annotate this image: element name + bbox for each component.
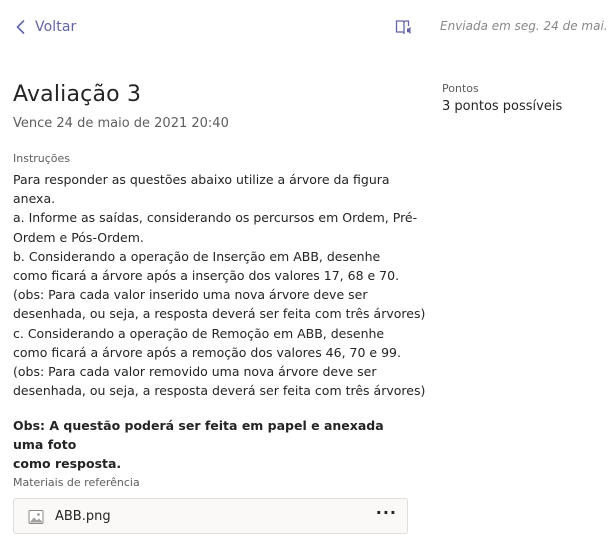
instruction-line: c. Considerando a operação de Remoção em… <box>13 325 385 341</box>
points-value: 3 pontos possíveis <box>442 99 563 114</box>
attachment-filename: ABB.png <box>55 509 111 524</box>
reference-materials-label: Materiais de referência <box>13 476 140 489</box>
instruction-line: (obs: Para cada valor inserido uma nova … <box>13 287 368 303</box>
immersive-reader-button[interactable] <box>395 18 413 36</box>
note-line: como resposta. <box>13 456 122 472</box>
instruction-line: anexa. <box>13 191 56 207</box>
instructions-note: Obs: A questão poderá ser feita em papel… <box>13 416 413 474</box>
instruction-line: desenhada, ou seja, a resposta deverá se… <box>13 306 426 322</box>
instructions-label: Instruções <box>13 152 71 165</box>
back-label: Voltar <box>35 19 77 35</box>
immersive-reader-icon <box>395 20 411 35</box>
instruction-line: a. Informe as saídas, considerando os pe… <box>13 210 418 226</box>
due-date: Vence 24 de maio de 2021 20:40 <box>13 116 229 131</box>
instruction-line: como ficará a árvore após a remoção dos … <box>13 344 401 360</box>
instruction-line: Para responder as questões abaixo utiliz… <box>13 172 390 187</box>
back-button[interactable]: Voltar <box>16 19 76 35</box>
note-line: Obs: A questão poderá ser feita em papel… <box>13 418 384 453</box>
image-file-icon <box>28 510 44 524</box>
instruction-line: Ordem e Pós-Ordem. <box>13 229 144 245</box>
instruction-line: como ficará a árvore após a inserção dos… <box>13 268 400 284</box>
submission-status: Enviada em seg. 24 de mai. de 2 <box>440 19 608 33</box>
instruction-line: desenhada, ou seja, a resposta deverá se… <box>13 383 426 399</box>
instructions-text: Para responder as questões abaixo utiliz… <box>13 170 426 400</box>
points-label: Pontos <box>442 82 479 95</box>
page-title: Avaliação 3 <box>13 82 142 107</box>
more-options-icon[interactable]: ··· <box>376 503 397 522</box>
instruction-line: (obs: Para cada valor removido uma nova … <box>13 364 377 380</box>
instruction-line: b. Considerando a operação de Inserção e… <box>13 248 381 264</box>
attachment-card[interactable]: ABB.png ··· <box>13 498 408 534</box>
chevron-left-icon <box>16 20 25 34</box>
